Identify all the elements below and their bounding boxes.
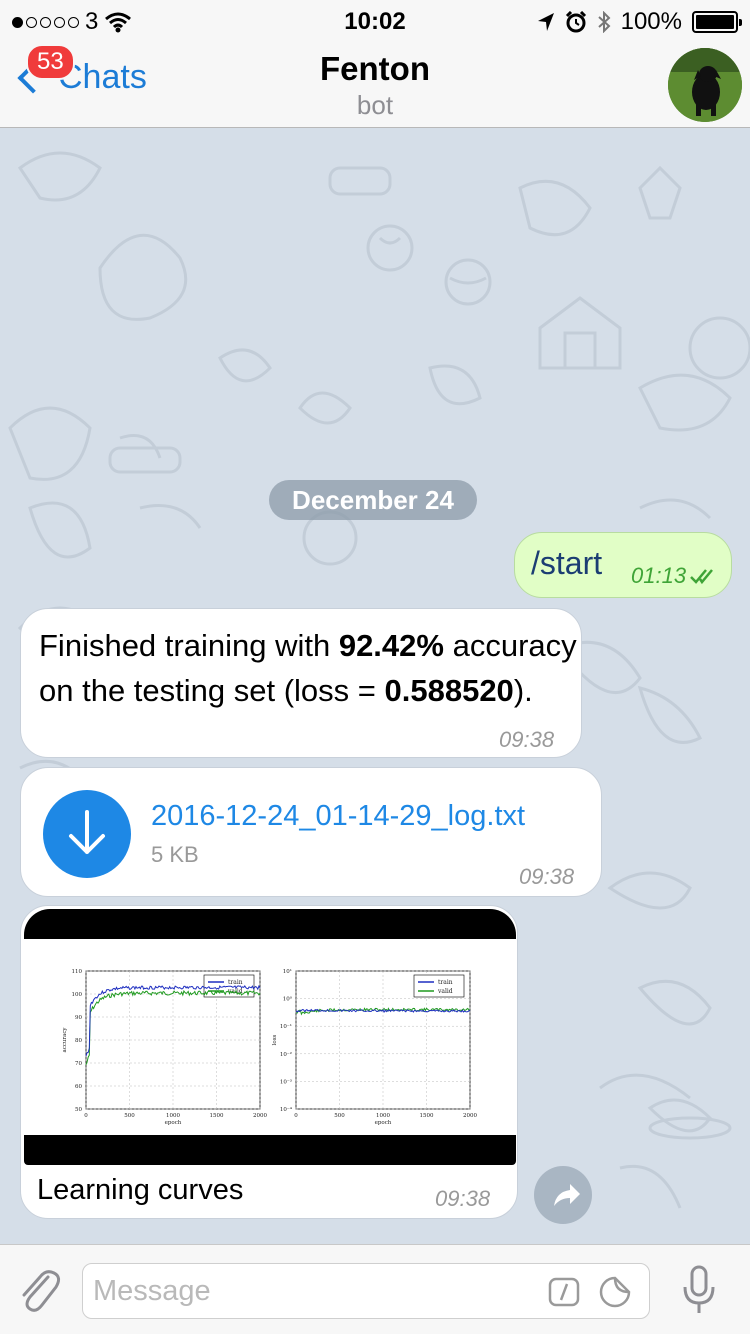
bot-command-icon[interactable] — [548, 1277, 580, 1307]
x-tick-label: 2000 — [253, 1113, 267, 1119]
alarm-clock-icon — [565, 11, 586, 33]
y-axis-label: loss — [272, 1034, 278, 1045]
x-tick-label: 2000 — [463, 1113, 477, 1119]
avatar[interactable] — [668, 48, 742, 122]
legend-valid-label: valid — [437, 988, 453, 995]
y-tick-label: 80 — [75, 1038, 82, 1044]
x-tick-label: 500 — [334, 1113, 345, 1119]
double-check-icon — [690, 569, 714, 585]
x-tick-label: 0 — [84, 1113, 88, 1119]
outgoing-message[interactable]: /start 01:13 — [514, 532, 732, 598]
x-tick-label: 0 — [294, 1113, 298, 1119]
y-tick-label: 70 — [75, 1061, 82, 1067]
dog-photo-icon — [668, 48, 742, 122]
share-button[interactable] — [534, 1166, 592, 1224]
file-size: 5 KB — [151, 842, 199, 867]
message-time: 09:38 — [499, 727, 555, 752]
y-tick-label: 50 — [75, 1107, 82, 1113]
status-bar: 3 10:02 100% — [0, 0, 750, 40]
share-arrow-icon — [554, 1184, 580, 1206]
date-separator: December 24 — [269, 480, 477, 520]
chat-title[interactable]: Fenton — [0, 50, 750, 88]
status-right-group: 100% — [537, 8, 742, 36]
download-button[interactable] — [43, 790, 131, 878]
photo-message[interactable]: 110 100 90 80 70 60 50 0 500 1000 1500 2000 epoch acc… — [20, 905, 518, 1219]
y-axis-label: accuracy — [62, 1027, 68, 1053]
message-time: 09:38 — [435, 1186, 491, 1211]
photo-caption: Learning curves — [37, 1174, 244, 1206]
y-tick-label: 110 — [72, 969, 83, 975]
composer — [0, 1244, 750, 1334]
sticker-icon[interactable] — [598, 1275, 632, 1309]
x-tick-label: 1500 — [420, 1113, 434, 1119]
text-segment: Finished training with — [39, 628, 339, 663]
text-segment: ). — [513, 673, 533, 708]
download-arrow-icon — [69, 810, 105, 854]
learning-curves-figure: 11010090807060500 500 1000 1500 2000epochacc… — [62, 968, 477, 1126]
y-tick-label: 100 — [72, 992, 83, 998]
y-tick-label: 10⁻¹ — [280, 1023, 292, 1030]
message-text: /start — [531, 545, 603, 581]
battery-percent: 100% — [620, 8, 682, 35]
message-time: 01:13 — [631, 563, 687, 588]
file-message[interactable]: 2016-12-24_01-14-29_log.txt 5 KB 09:38 — [20, 767, 602, 897]
y-tick-label: 60 — [75, 1084, 82, 1090]
x-tick-label: 1500 — [210, 1113, 224, 1119]
chat-header: Chats 53 Fenton bot — [0, 40, 750, 128]
message-meta: 01:13 — [631, 563, 718, 589]
y-tick-label: 10⁻³ — [280, 1078, 292, 1085]
legend-train-label: train — [438, 979, 453, 986]
y-tick-label: 10⁰ — [283, 996, 293, 1003]
incoming-message[interactable]: Finished training with 92.42% accuracy o… — [20, 608, 582, 758]
y-tick-label: 10¹ — [283, 968, 292, 975]
x-tick-label: 1000 — [376, 1113, 390, 1119]
x-tick-label: 1000 — [166, 1113, 180, 1119]
x-axis-label: epoch — [165, 1120, 182, 1126]
message-text: Finished training with 92.42% accuracy o… — [39, 623, 579, 713]
message-time: 09:38 — [519, 864, 575, 889]
learning-curves-image[interactable]: 110 100 90 80 70 60 50 0 500 1000 1500 2000 epoch acc… — [24, 909, 516, 1165]
x-axis-label: epoch — [375, 1120, 392, 1126]
location-arrow-icon — [537, 13, 554, 31]
bluetooth-icon — [597, 11, 611, 33]
accuracy-value: 92.42% — [338, 628, 444, 663]
battery-icon — [692, 11, 742, 33]
file-name[interactable]: 2016-12-24_01-14-29_log.txt — [151, 800, 525, 833]
y-tick-label: 90 — [75, 1015, 82, 1021]
chat-subtitle: bot — [356, 90, 394, 120]
x-tick-label: 500 — [124, 1113, 135, 1119]
attachment-icon[interactable] — [16, 1265, 62, 1317]
y-tick-label: 10⁻² — [280, 1051, 292, 1058]
loss-value: 0.588520 — [384, 673, 514, 708]
legend-train-label: train — [228, 979, 243, 986]
y-tick-label: 10⁻⁴ — [280, 1106, 293, 1113]
microphone-icon[interactable] — [682, 1265, 716, 1317]
